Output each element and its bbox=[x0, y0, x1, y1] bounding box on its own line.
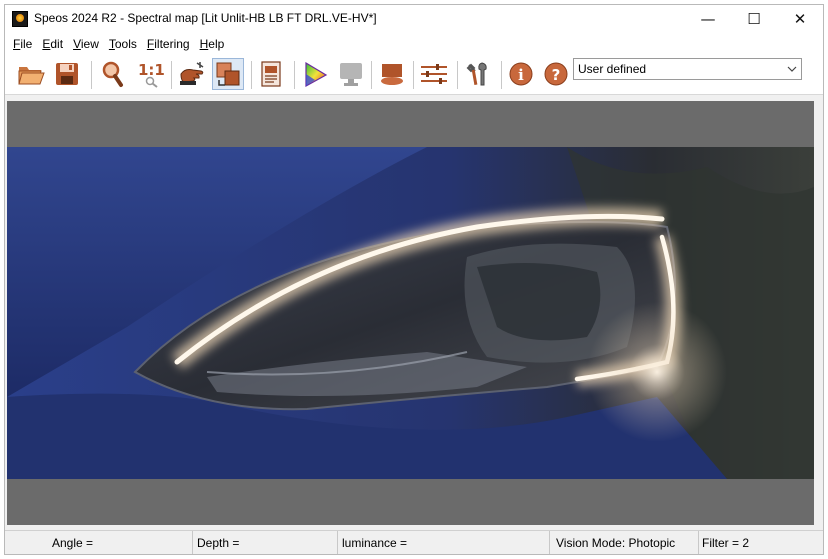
pointer-tool-button[interactable] bbox=[177, 58, 209, 90]
status-depth: Depth = bbox=[197, 536, 240, 550]
settings-sliders-button[interactable] bbox=[418, 58, 450, 90]
surface-icon bbox=[381, 64, 403, 85]
actual-size-button[interactable]: 1:1 bbox=[133, 58, 165, 90]
info-button[interactable]: i bbox=[505, 58, 537, 90]
menu-edit-label: dit bbox=[50, 37, 64, 51]
help-icon: ? bbox=[544, 62, 568, 86]
status-filter: Filter = 2 bbox=[702, 536, 750, 550]
info-icon: i bbox=[509, 62, 533, 86]
menu-view-label: iew bbox=[80, 37, 99, 51]
status-filter-cell: Filter = 2 bbox=[699, 531, 819, 554]
color-triangle-icon bbox=[305, 61, 328, 88]
vision-mode-dropdown[interactable]: User defined bbox=[573, 58, 802, 80]
toolbar: 1:1 i ? User defined bbox=[5, 55, 823, 95]
zoom-button[interactable] bbox=[97, 58, 129, 90]
status-luminance-cell: luminance = bbox=[338, 531, 550, 554]
open-button[interactable] bbox=[15, 58, 47, 90]
menu-help[interactable]: Help bbox=[195, 33, 230, 55]
menu-tools[interactable]: Tools bbox=[104, 33, 142, 55]
toolbar-separator bbox=[171, 61, 172, 89]
display-button[interactable] bbox=[335, 58, 367, 90]
status-luminance: luminance = bbox=[342, 536, 408, 550]
svg-text:i: i bbox=[518, 66, 524, 84]
surface-button[interactable] bbox=[376, 58, 408, 90]
save-icon bbox=[56, 63, 78, 85]
close-button[interactable]: ✕ bbox=[777, 5, 823, 33]
tools-button[interactable] bbox=[462, 58, 494, 90]
headlamp-render-image bbox=[7, 147, 814, 479]
actual-size-icon: 1:1 bbox=[135, 60, 165, 88]
status-angle-cell: Angle = bbox=[5, 531, 193, 554]
menu-tools-label: ools bbox=[114, 37, 137, 51]
chevron-down-icon[interactable] bbox=[783, 66, 801, 72]
document-icon bbox=[261, 61, 281, 87]
app-logo-icon bbox=[12, 11, 28, 27]
status-vision-mode-cell: Vision Mode: Photopic bbox=[550, 531, 699, 554]
menu-help-accel: H bbox=[199, 37, 209, 51]
menu-bar: File Edit View Tools Filtering Help bbox=[5, 33, 823, 55]
report-button[interactable] bbox=[255, 58, 287, 90]
status-vision-mode: Vision Mode: Photopic bbox=[556, 536, 676, 550]
layers-button[interactable] bbox=[212, 58, 244, 90]
toolbar-separator bbox=[501, 61, 502, 89]
title-bar: Speos 2024 R2 - Spectral map [Lit Unlit-… bbox=[5, 5, 823, 33]
toolbar-separator bbox=[294, 61, 295, 89]
toolbar-separator bbox=[91, 61, 92, 89]
maximize-button[interactable]: ☐ bbox=[731, 5, 777, 33]
spectral-map-image[interactable] bbox=[7, 147, 814, 479]
menu-file-label: ile bbox=[20, 37, 33, 51]
menu-filtering[interactable]: Filtering bbox=[142, 33, 195, 55]
status-bar: Angle = Depth = luminance = Vision Mode:… bbox=[5, 530, 823, 554]
layers-icon bbox=[216, 62, 240, 86]
status-depth-cell: Depth = bbox=[193, 531, 338, 554]
toolbar-separator bbox=[413, 61, 414, 89]
menu-filtering-label: iltering bbox=[154, 37, 190, 51]
open-folder-icon bbox=[18, 67, 45, 85]
app-window: Speos 2024 R2 - Spectral map [Lit Unlit-… bbox=[4, 4, 824, 555]
help-button[interactable]: ? bbox=[540, 58, 572, 90]
menu-file[interactable]: File bbox=[8, 33, 37, 55]
menu-edit[interactable]: Edit bbox=[37, 33, 68, 55]
window-title: Speos 2024 R2 - Spectral map [Lit Unlit-… bbox=[34, 11, 377, 25]
status-angle: Angle = bbox=[52, 536, 94, 550]
toolbar-separator bbox=[457, 61, 458, 89]
dropdown-selected-value: User defined bbox=[578, 62, 647, 76]
menu-help-label: elp bbox=[208, 37, 225, 51]
toolbar-separator bbox=[251, 61, 252, 89]
color-button[interactable] bbox=[299, 58, 331, 90]
hand-pointer-icon bbox=[180, 62, 204, 85]
sliders-icon bbox=[421, 64, 447, 84]
tools-icon bbox=[466, 62, 487, 86]
svg-text:?: ? bbox=[552, 66, 561, 84]
spectral-map-viewport[interactable] bbox=[7, 101, 814, 525]
vertical-scrollbar[interactable] bbox=[816, 101, 823, 525]
minimize-button[interactable]: — bbox=[685, 5, 731, 33]
monitor-icon bbox=[340, 63, 362, 86]
menu-view-accel: V bbox=[73, 37, 81, 51]
toolbar-separator bbox=[371, 61, 372, 89]
save-button[interactable] bbox=[51, 58, 83, 90]
menu-view[interactable]: View bbox=[68, 33, 104, 55]
zoom-icon bbox=[102, 61, 123, 87]
